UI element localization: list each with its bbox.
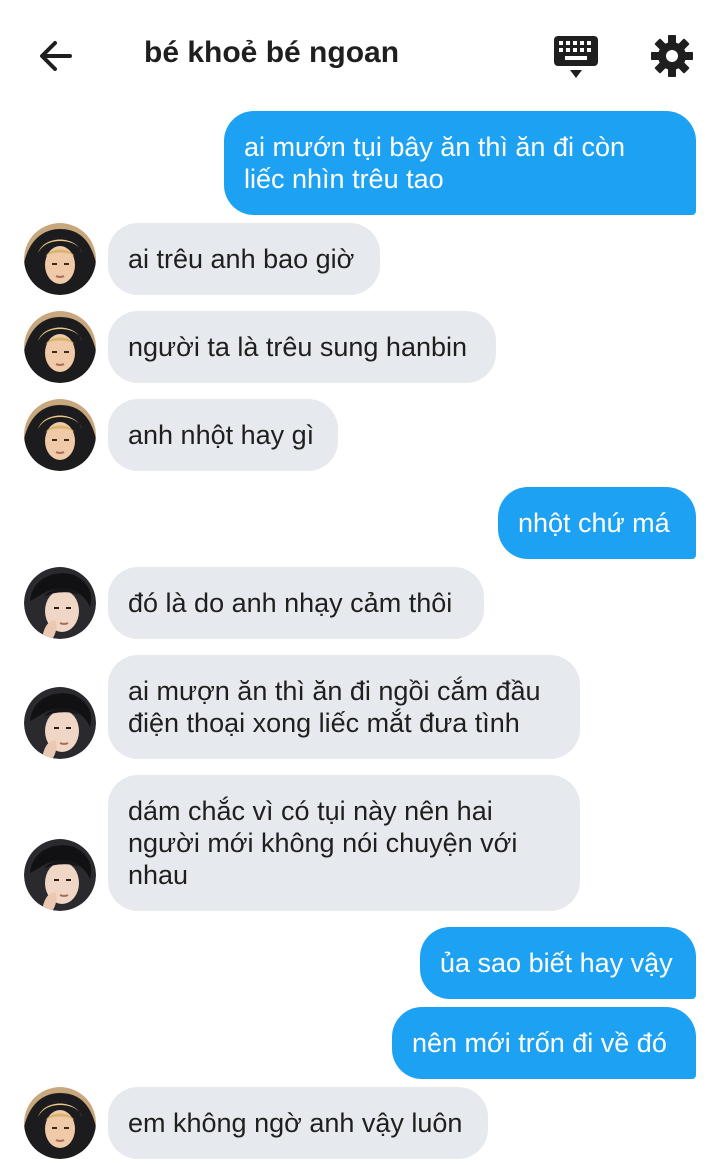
message-text[interactable]: nhột chứ má: [498, 487, 696, 559]
avatar-dark-icon: [24, 687, 96, 759]
avatar-blond-icon: [24, 399, 96, 471]
avatar[interactable]: [24, 223, 96, 295]
settings-button[interactable]: [648, 32, 696, 80]
avatar-dark-icon: [24, 567, 96, 639]
back-button[interactable]: [34, 34, 78, 78]
message-text[interactable]: anh nhột hay gì: [108, 399, 338, 471]
avatar[interactable]: [24, 1087, 96, 1159]
keyboard-button[interactable]: [552, 34, 600, 80]
avatar-blond-icon: [24, 223, 96, 295]
message-text[interactable]: người ta là trêu sung hanbin: [108, 311, 496, 383]
gear-icon: [651, 35, 693, 77]
avatar[interactable]: [24, 399, 96, 471]
message-text[interactable]: đó là do anh nhạy cảm thôi: [108, 567, 484, 639]
avatar[interactable]: [24, 567, 96, 639]
avatar-blond-icon: [24, 311, 96, 383]
avatar-dark-icon: [24, 839, 96, 911]
message-text[interactable]: ai mướn tụi bây ăn thì ăn đi còn liếc nh…: [224, 111, 696, 215]
avatar[interactable]: [24, 839, 96, 911]
message-text[interactable]: ai trêu anh bao giờ: [108, 223, 380, 295]
arrow-left-icon: [40, 41, 72, 71]
keyboard-icon: [554, 36, 598, 78]
avatar-blond-icon: [24, 1087, 96, 1159]
message-text[interactable]: dám chắc vì có tụi này nên hai người mới…: [108, 775, 580, 911]
message-text[interactable]: em không ngờ anh vậy luôn: [108, 1087, 488, 1159]
message-text[interactable]: ủa sao biết hay vậy: [420, 927, 696, 999]
message-text[interactable]: nên mới trốn đi về đó: [392, 1007, 696, 1079]
avatar[interactable]: [24, 311, 96, 383]
chat-header: bé khoẻ bé ngoan: [0, 0, 720, 110]
message-text[interactable]: ai mượn ăn thì ăn đi ngồi cắm đầu điện t…: [108, 655, 580, 759]
chat-title: bé khoẻ bé ngoan: [144, 36, 400, 69]
avatar[interactable]: [24, 687, 96, 759]
